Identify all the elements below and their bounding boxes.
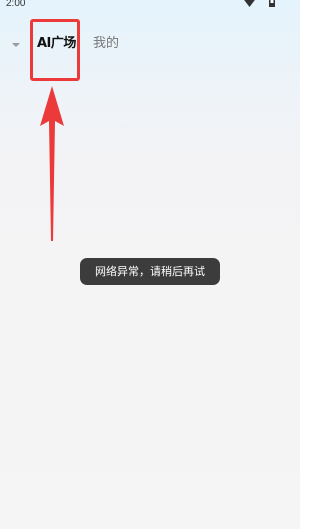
annotation-arrow [40, 86, 64, 241]
chevron-down-icon[interactable] [11, 42, 21, 48]
annotation-highlight-box [30, 19, 80, 81]
battery-icon [269, 0, 275, 7]
toast-message: 网络异常，请稍后再试 [80, 258, 220, 285]
status-bar: 2:00 [0, 0, 300, 14]
app-screen: 2:00 AI广场 我的 网络异常，请稍后再试 [0, 0, 300, 529]
tab-mine[interactable]: 我的 [93, 35, 119, 53]
wifi-icon [244, 0, 255, 7]
status-time: 2:00 [6, 0, 26, 9]
